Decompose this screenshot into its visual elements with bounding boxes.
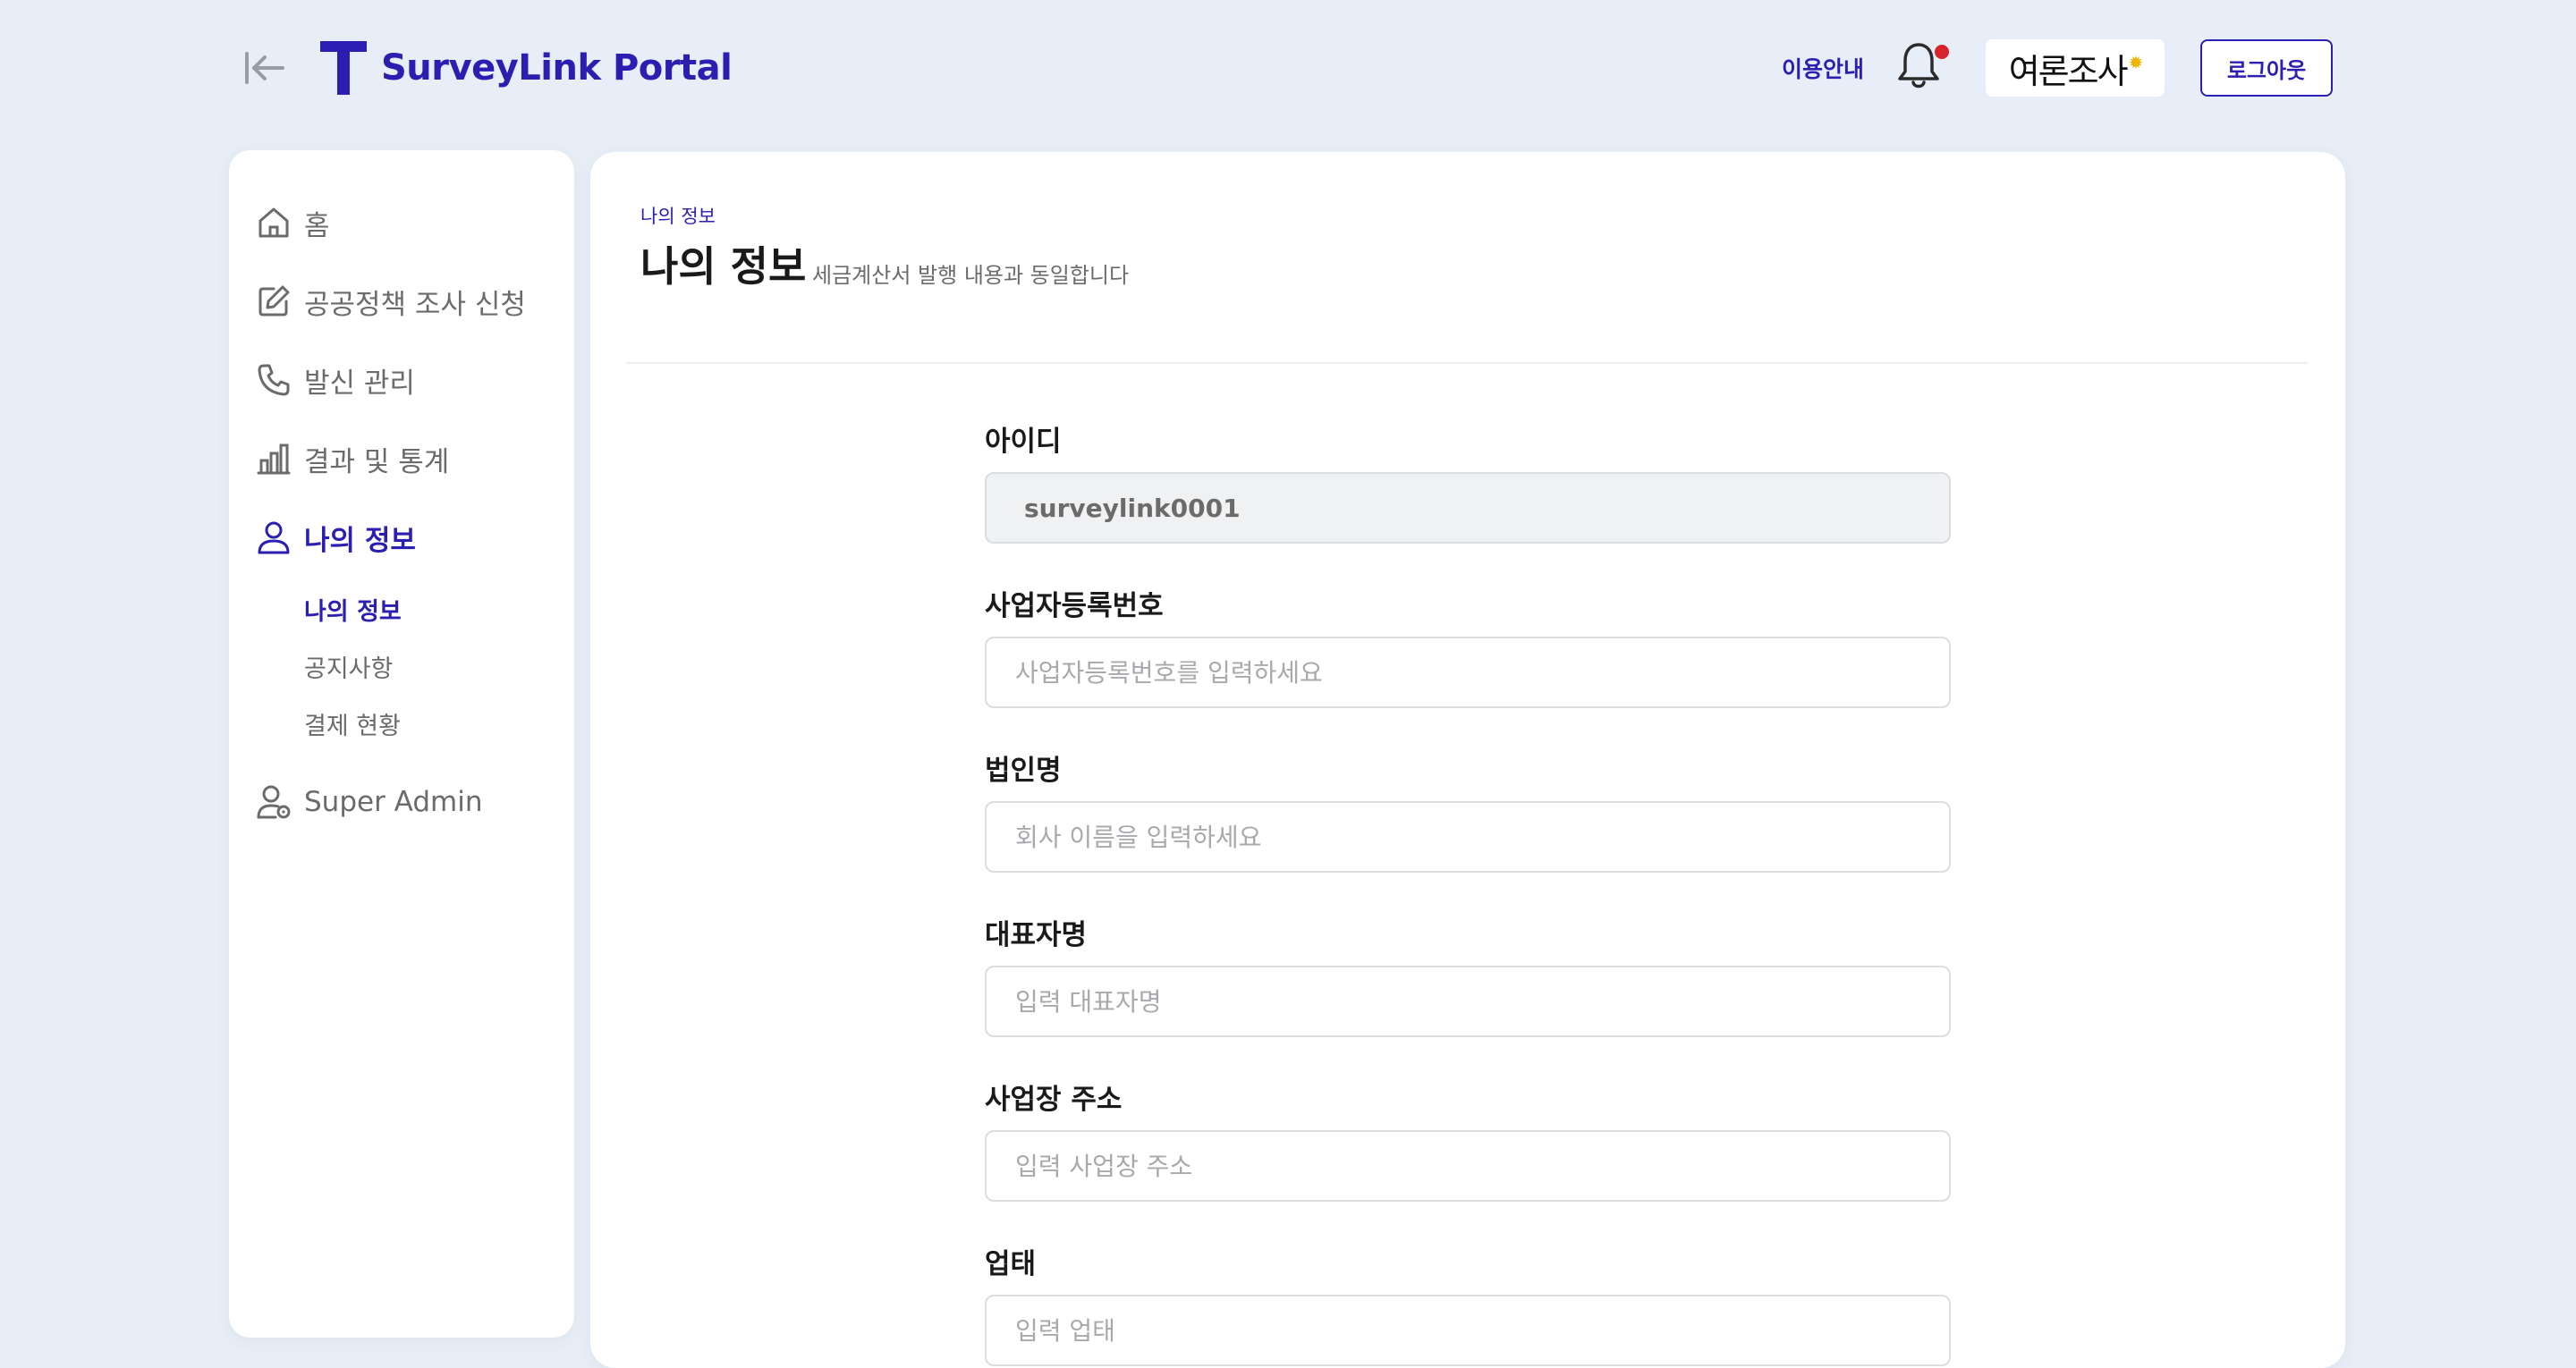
brand[interactable]: SurveyLink Portal (320, 39, 733, 97)
business-reg-number-label: 사업자등록번호 (985, 590, 1164, 622)
home-icon (256, 205, 292, 241)
sun-icon: ✹ (2128, 52, 2144, 73)
bar-chart-icon (256, 441, 292, 477)
user-id-field (985, 472, 1951, 544)
sidebar-item-label: 발신 관리 (304, 367, 415, 400)
sidebar-item-label: 홈 (304, 209, 330, 242)
sidebar-item-policy-survey[interactable]: 공공정책 조사 신청 (256, 279, 526, 324)
sidebar-subitem-payments[interactable]: 결제 현황 (304, 706, 401, 741)
business-type-input[interactable] (985, 1295, 1951, 1366)
edit-icon (256, 283, 292, 319)
collapse-sidebar-button[interactable] (238, 45, 292, 91)
sidebar-item-results-stats[interactable]: 결과 및 통계 (256, 436, 449, 481)
sidebar-item-label: 공공정책 조사 신청 (304, 288, 526, 321)
admin-user-icon (256, 784, 292, 820)
business-address-input[interactable] (985, 1130, 1951, 1202)
representative-name-input[interactable] (985, 966, 1951, 1037)
page-subtitle: 세금계산서 발행 내용과 동일합니다 (812, 263, 1130, 288)
guide-link[interactable]: 이용안내 (1782, 52, 1864, 84)
partner-logo-text: 여론조사 (2008, 51, 2129, 91)
breadcrumb[interactable]: 나의 정보 (640, 202, 716, 229)
company-name-input[interactable] (985, 801, 1951, 873)
partner-logo: 여론조사 ✹ (1986, 39, 2165, 97)
sidebar-item-home[interactable]: 홈 (256, 200, 330, 245)
company-name-label: 법인명 (985, 755, 1062, 787)
phone-icon (256, 362, 292, 398)
brand-logo-icon (320, 41, 367, 95)
logout-button[interactable]: 로그아웃 (2200, 39, 2333, 97)
sidebar-item-call-management[interactable]: 발신 관리 (256, 358, 415, 402)
sidebar-subitem-my-info[interactable]: 나의 정보 (304, 592, 402, 627)
sidebar-subitem-notices[interactable]: 공지사항 (304, 649, 393, 684)
user-icon (256, 519, 292, 555)
brand-name: SurveyLink Portal (381, 47, 733, 89)
business-reg-number-input[interactable] (985, 637, 1951, 708)
page-title: 나의 정보 (640, 242, 807, 291)
notification-dot (1935, 45, 1949, 59)
sidebar: 홈 공공정책 조사 신청 발신 관리 결과 및 통계 나의 정보 나의 정보 공… (229, 150, 574, 1338)
sidebar-item-label: Super Admin (304, 786, 483, 818)
business-type-label: 업태 (985, 1248, 1037, 1280)
business-address-label: 사업장 주소 (985, 1084, 1123, 1116)
collapse-left-icon (245, 52, 284, 84)
user-id-label: 아이디 (985, 426, 1062, 458)
top-header: SurveyLink Portal 이용안내 여론조사 ✹ 로그아웃 (0, 0, 2576, 136)
representative-name-label: 대표자명 (985, 919, 1088, 951)
sidebar-item-label: 나의 정보 (304, 524, 416, 557)
sidebar-item-label: 결과 및 통계 (304, 445, 450, 478)
sidebar-item-my-info[interactable]: 나의 정보 (256, 515, 416, 560)
header-divider (626, 362, 2308, 364)
sidebar-item-super-admin[interactable]: Super Admin (256, 780, 482, 824)
